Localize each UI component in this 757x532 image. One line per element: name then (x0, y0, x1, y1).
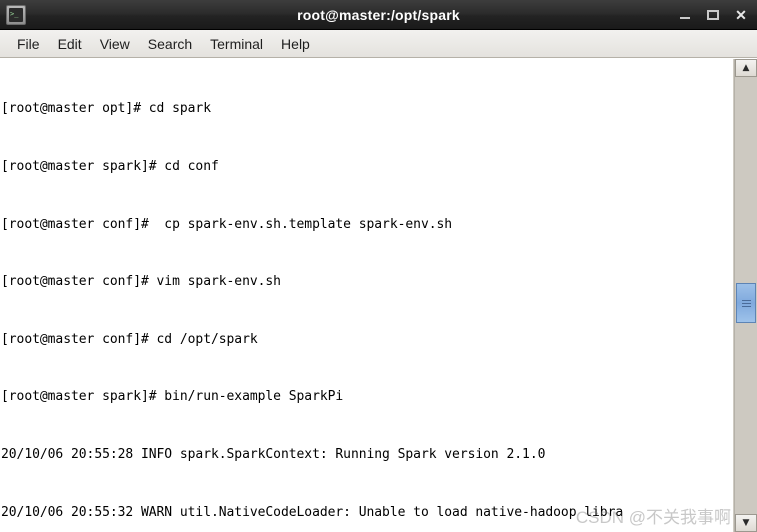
terminal-output[interactable]: [root@master opt]# cd spark [root@master… (0, 59, 734, 532)
terminal-line: [root@master conf]# vim spark-env.sh (1, 274, 281, 290)
minimize-button[interactable] (677, 7, 693, 23)
terminal-icon (6, 4, 26, 25)
terminal-line: [root@master spark]# cd conf (1, 159, 219, 174)
scrollbar-track[interactable] (735, 77, 757, 514)
scroll-down-arrow-icon[interactable]: ▼ (735, 514, 757, 532)
scrollbar-grip-icon (741, 299, 751, 307)
terminal-line: 20/10/06 20:55:32 WARN util.NativeCodeLo… (1, 504, 624, 520)
terminal-line: [root@master opt]# cd spark (1, 101, 211, 117)
window-title: root@master:/opt/spark (297, 6, 460, 23)
window-controls: ✕ (677, 7, 749, 23)
terminal-line: [root@master conf]# cp spark-env.sh.temp… (1, 216, 453, 232)
maximize-button[interactable] (705, 7, 721, 23)
terminal-body: [root@master opt]# cd spark [root@master… (0, 58, 757, 532)
terminal-line: 20/10/06 20:55:28 INFO spark.SparkContex… (1, 446, 546, 462)
close-button[interactable]: ✕ (733, 7, 749, 23)
titlebar[interactable]: root@master:/opt/spark ✕ (0, 0, 757, 30)
menubar: File Edit View Search Terminal Help (0, 30, 757, 58)
scrollbar-thumb[interactable] (736, 283, 756, 323)
menu-item-terminal[interactable]: Terminal (201, 33, 272, 55)
menu-item-edit[interactable]: Edit (49, 33, 91, 55)
menu-item-help[interactable]: Help (272, 33, 319, 55)
menu-item-view[interactable]: View (91, 33, 139, 55)
menu-item-search[interactable]: Search (139, 33, 201, 55)
vertical-scrollbar[interactable]: ▲ ▼ (734, 59, 757, 532)
terminal-line: [root@master conf]# cd /opt/spark (1, 331, 258, 347)
menu-item-file[interactable]: File (8, 33, 49, 55)
terminal-window: root@master:/opt/spark ✕ File Edit View … (0, 0, 757, 532)
terminal-line: [root@master spark]# bin/run-example Spa… (1, 389, 344, 405)
scroll-up-arrow-icon[interactable]: ▲ (735, 59, 757, 77)
